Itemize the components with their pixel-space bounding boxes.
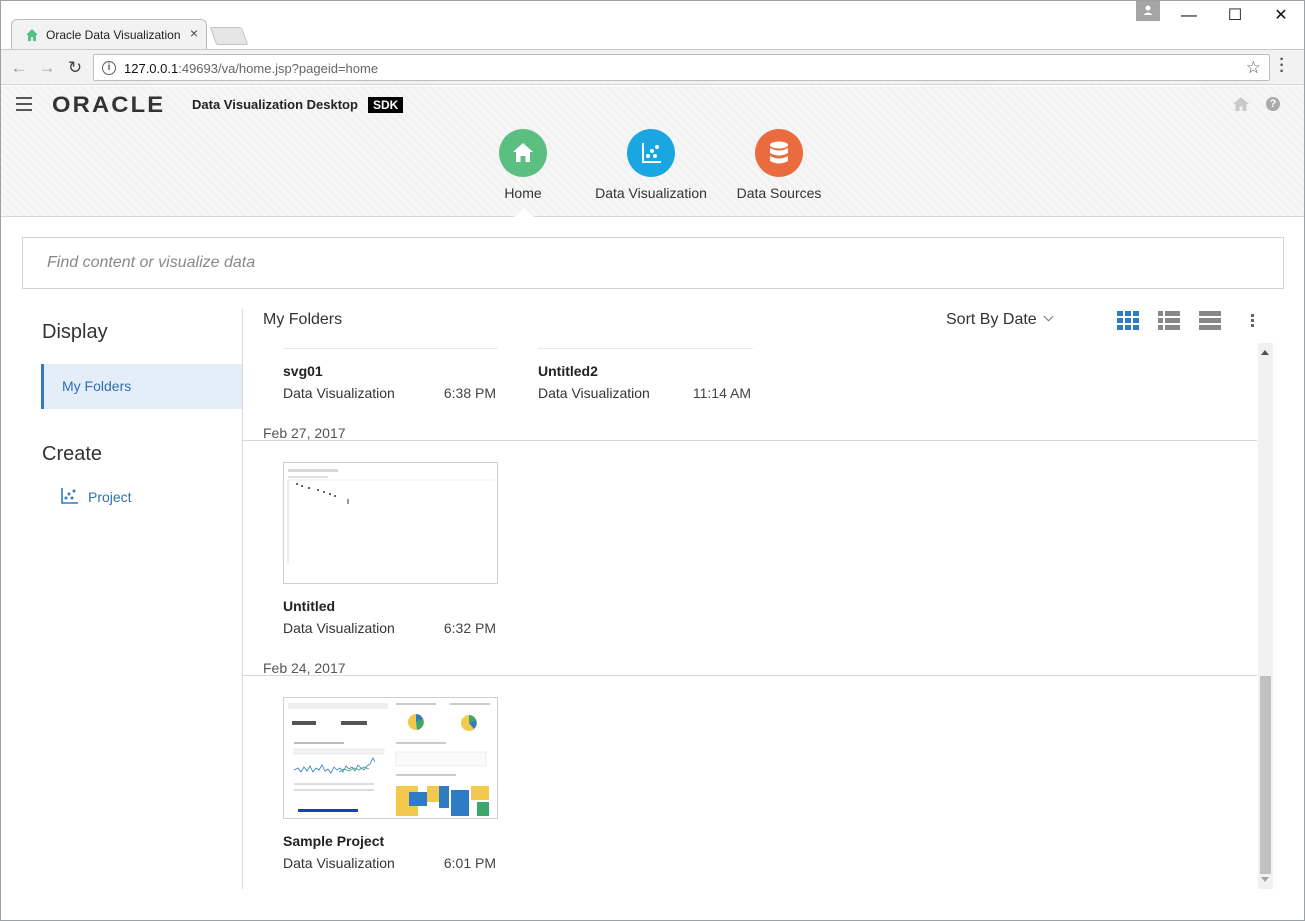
project-thumbnail[interactable] [283,697,498,819]
browser-toolbar: ← → ↻ i 127.0.0.1:49693/va/home.jsp?page… [1,49,1304,85]
list-view-icon[interactable] [1198,310,1222,332]
browser-tab[interactable]: Oracle Data Visualization × [11,19,207,49]
item-time: 11:14 AM [692,385,751,401]
vertical-scrollbar[interactable] [1258,343,1273,889]
project-thumbnail[interactable] [283,462,498,584]
date-group-header: Feb 24, 2017 [263,660,346,676]
data-visualization-circle [627,129,675,177]
home-icon[interactable] [1233,97,1249,111]
item-name: Sample Project [283,833,385,849]
tab-title: Oracle Data Visualization [46,28,181,42]
home-circle [499,129,547,177]
sort-dropdown[interactable]: Sort By Date [946,311,1054,329]
sdk-badge: SDK [368,97,404,113]
search-box[interactable] [22,237,1284,289]
close-window-button[interactable]: ✕ [1258,5,1304,29]
scatter-chart-icon [642,143,661,163]
scrollbar-thumb[interactable] [1260,676,1271,874]
display-heading: Display [42,321,108,343]
title-bar: Oracle Data Visualization × — ☐ ✕ [1,1,1304,49]
divider [243,440,1257,441]
item-time: 6:38 PM [443,385,496,401]
hamburger-menu-icon[interactable] [16,97,32,111]
nav-data-sources[interactable]: Data Sources [704,129,854,201]
chevron-down-icon [1043,311,1054,322]
browser-window: Oracle Data Visualization × — ☐ ✕ ← → ↻ … [0,0,1305,921]
oracle-logo: ORACLE [52,92,166,117]
item-type: Data Visualization [538,385,650,401]
project-chart-icon [61,488,78,504]
item-name: Untitled2 [538,363,598,379]
url-host: 127.0.0.1 [124,61,179,76]
item-time: 6:01 PM [443,855,496,871]
create-heading: Create [42,443,103,465]
scroll-up-arrow-icon[interactable] [1261,350,1269,355]
tab-close-icon[interactable]: × [190,25,198,41]
data-sources-circle [755,129,803,177]
home-icon [513,143,533,162]
forward-button[interactable]: → [37,58,57,78]
item-name: Untitled [283,598,336,614]
active-nav-indicator [514,208,534,217]
date-group-header: Feb 27, 2017 [263,425,346,441]
divider [243,675,1257,676]
list-detail-view-icon[interactable] [1157,310,1181,332]
scroll-down-arrow-icon[interactable] [1261,877,1269,882]
user-icon [1143,5,1153,15]
new-tab-button[interactable] [209,27,249,45]
sidebar-item-label: My Folders [62,378,132,394]
scatter-preview-image [287,469,494,563]
nav-data-sources-label: Data Sources [736,185,822,201]
left-panel: Display My Folders Create Project [1,309,243,889]
profile-button[interactable] [1136,1,1160,21]
sidebar-item-my-folders[interactable]: My Folders [41,364,242,409]
item-type: Data Visualization [283,855,395,871]
database-icon [770,141,788,164]
oracle-home-favicon-icon [26,29,38,41]
minimize-button[interactable]: — [1166,5,1212,29]
url-path: :49693/va/home.jsp?pageid=home [178,61,379,76]
item-name: svg01 [283,363,323,379]
item-time: 6:32 PM [443,620,496,636]
info-icon[interactable]: i [102,61,116,75]
app-header: ORACLE Data Visualization Desktop SDK ? … [1,86,1304,217]
main-title: My Folders [263,311,343,328]
address-bar[interactable]: i 127.0.0.1:49693/va/home.jsp?pageid=hom… [93,54,1270,81]
item-type: Data Visualization [283,385,395,401]
more-options-icon[interactable] [1251,314,1255,329]
grid-view-icon[interactable] [1116,310,1140,332]
create-project-label: Project [88,489,132,505]
url-text[interactable]: 127.0.0.1:49693/va/home.jsp?pageid=home [124,61,378,76]
bookmark-star-icon[interactable]: ☆ [1246,58,1261,78]
dashboard-preview-image [288,703,490,816]
browser-menu-button[interactable]: · · · [1279,52,1285,80]
sort-label: Sort By Date [946,311,1037,328]
maximize-button[interactable]: ☐ [1212,5,1258,29]
item-type: Data Visualization [283,620,395,636]
back-button[interactable]: ← [9,58,29,78]
help-icon[interactable]: ? [1266,97,1280,111]
folder-content: svg01 Data Visualization 6:38 PM Untitle… [243,343,1274,889]
reload-button[interactable]: ↻ [65,58,85,78]
search-input[interactable] [23,238,1283,288]
app-name: Data Visualization Desktop [192,97,358,112]
